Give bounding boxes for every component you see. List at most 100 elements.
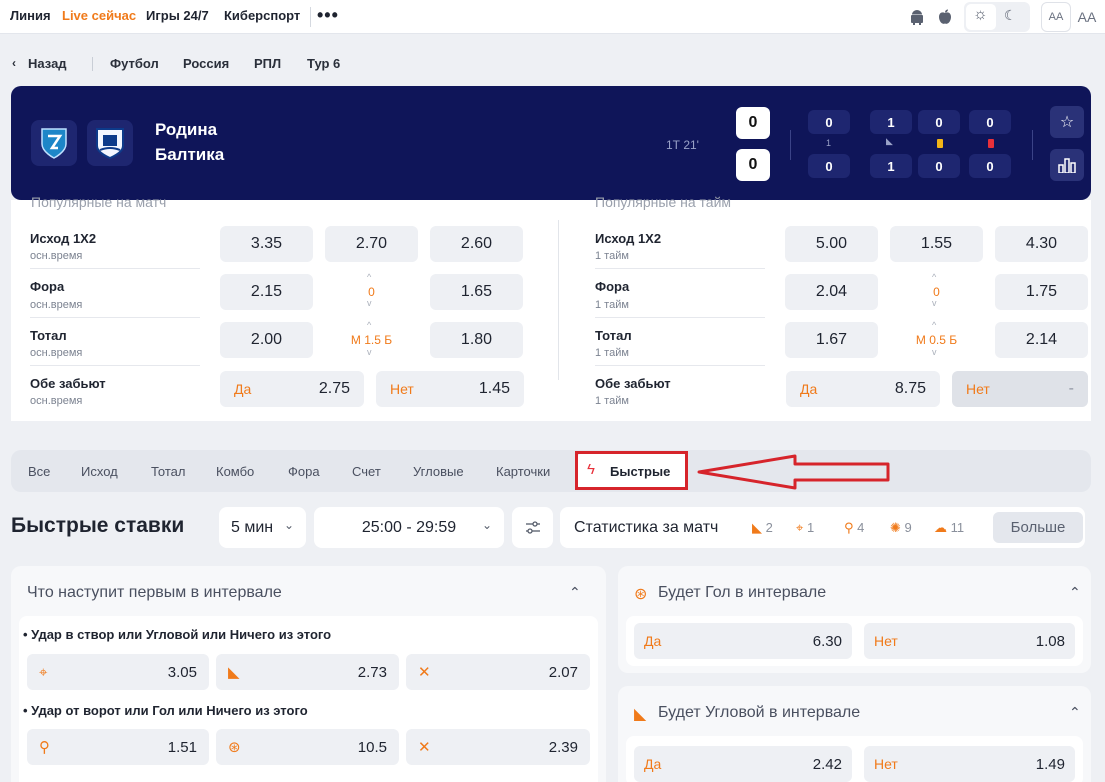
android-icon[interactable] [904,4,930,30]
odd-button-no[interactable]: Нет 1.49 [864,746,1075,782]
stat-shots-target: ⌖ 1 [796,520,814,536]
moon-icon[interactable]: ☾ [1004,7,1017,24]
odd-button[interactable]: ✕ 2.39 [406,729,590,765]
tab-handicap[interactable]: Фора [288,464,320,479]
font-large-button[interactable]: AA [1073,2,1101,32]
target-icon: ⌖ [796,520,804,535]
more-button[interactable]: Больше [993,512,1083,543]
odd-button[interactable]: ✕ 2.07 [406,654,590,690]
tab-cards[interactable]: Карточки [496,464,550,479]
interval-select[interactable]: 5 мин ⌄ [219,507,306,548]
theme-switch[interactable]: ☼ ☾ [964,2,1030,32]
breadcrumb-russia[interactable]: Россия [183,56,229,71]
breadcrumb-rpl[interactable]: РПЛ [254,56,281,71]
chevron-down-icon[interactable]: v [932,298,937,308]
tab-total[interactable]: Тотал [151,464,186,479]
odd-value: 2.73 [357,663,387,681]
odd-label: Да [644,633,662,649]
time-range-value: 25:00 - 29:59 [361,518,457,536]
tab-score[interactable]: Счет [352,464,381,479]
tab-corners[interactable]: Угловые [413,464,464,479]
stat-team1-yellow: 0 [918,110,960,134]
popular-markets: Популярные на матч Популярные на тайм Ис… [11,194,1091,421]
chevron-down-icon[interactable]: v [367,298,372,308]
foul-icon: ☁ [934,520,947,535]
question-label: • Удар в створ или Угловой или Ничего из… [23,627,332,642]
team1-logo [31,120,77,166]
odd-button-yes[interactable]: Да 2.42 [634,746,852,782]
odd-button[interactable]: ⚲ 1.51 [27,729,209,765]
odd-value: 1.51 [167,738,197,756]
nav-games[interactable]: Игры 24/7 [146,8,209,23]
odd-button[interactable]: 3.35 [220,226,313,262]
tab-outcome[interactable]: Исход [81,464,118,479]
odd-button[interactable]: 2.14 [995,322,1088,358]
chevron-up-icon[interactable]: ⌃ [1069,704,1081,721]
back-link[interactable]: Назад [28,56,67,71]
sliders-icon [525,520,540,534]
card-body: • Удар в створ или Угловой или Ничего из… [19,616,598,782]
odd-button[interactable]: 5.00 [785,226,878,262]
nav-esports[interactable]: Киберспорт [224,8,300,23]
chevron-down-icon[interactable]: v [932,347,937,357]
odd-button[interactable]: ◣ 2.73 [216,654,399,690]
odd-button[interactable]: ⊛ 10.5 [216,729,399,765]
odd-button[interactable]: 4.30 [995,226,1088,262]
market-sub: осн.время [30,250,83,262]
corner-icon: ◣ [634,706,647,723]
nav-live[interactable]: Live сейчас [62,8,136,23]
nav-line[interactable]: Линия [10,8,51,23]
odd-button[interactable]: 1.55 [890,226,983,262]
font-small-button[interactable]: AA [1041,2,1071,32]
odd-button[interactable]: 2.04 [785,274,878,310]
market-sub: осн.время [30,395,83,407]
market-sub: осн.время [30,347,83,359]
match-period: 1Т 21' [666,138,699,152]
odd-button[interactable]: ⌖ 3.05 [27,654,209,690]
breadcrumb-football[interactable]: Футбол [110,56,159,71]
odd-button-no[interactable]: Нет 1.45 [376,371,524,407]
odd-value: 6.30 [812,632,842,650]
odd-button[interactable]: 2.60 [430,226,523,262]
stat-value: 11 [950,520,965,535]
favorite-star-icon[interactable]: ☆ [1050,106,1084,138]
odd-button[interactable]: 2.00 [220,322,313,358]
market-label: Фора [595,279,630,294]
odd-button-no[interactable]: Нет 1.08 [864,623,1075,659]
team1-score: 0 [736,107,770,139]
target-icon: ⌖ [39,663,48,681]
odd-button-yes[interactable]: Да 6.30 [634,623,852,659]
time-range-select[interactable]: 25:00 - 29:59 ⌄ [314,507,504,548]
chevron-up-icon[interactable]: ⌃ [569,584,581,601]
chevron-down-icon[interactable]: v [367,347,372,357]
odd-button[interactable]: 1.75 [995,274,1088,310]
odd-button-yes[interactable]: Да 8.75 [786,371,940,407]
chevron-down-icon: ⌄ [283,518,294,532]
more-menu-icon[interactable]: ••• [317,5,339,26]
team2-logo [87,120,133,166]
odd-button[interactable]: 2.70 [325,226,418,262]
odd-button[interactable]: 1.80 [430,322,523,358]
odd-button[interactable]: 1.65 [430,274,523,310]
filter-button[interactable] [512,507,553,548]
stat-value: 1 [806,520,815,535]
card-body: Да 2.42 Нет 1.49 [626,736,1083,782]
odd-button-yes[interactable]: Да 2.75 [220,371,364,407]
chevron-up-icon[interactable]: ⌃ [1069,584,1081,601]
stat-fouls: ☁ 11 [934,520,964,536]
statistics-icon[interactable] [1050,149,1084,181]
market-sub: 1 тайм [595,299,629,311]
throw-in-icon: ✺ [890,520,901,535]
odd-button[interactable]: 2.15 [220,274,313,310]
question-text: Удар от ворот или Гол или Ничего из этог… [31,703,308,718]
tab-combo[interactable]: Комбо [216,464,254,479]
odd-value: 1.49 [1035,755,1065,773]
corner-flag-icon: ◣ [886,136,893,146]
tab-all[interactable]: Все [28,464,50,479]
goal-card: ⊛ Будет Гол в интервале ⌃ Да 6.30 Нет 1.… [618,566,1091,673]
row-divider [30,268,200,269]
apple-icon[interactable] [932,4,958,30]
stat-value: 4 [857,520,865,535]
odd-button[interactable]: 1.67 [785,322,878,358]
chevron-left-icon[interactable]: ‹ [12,56,16,70]
